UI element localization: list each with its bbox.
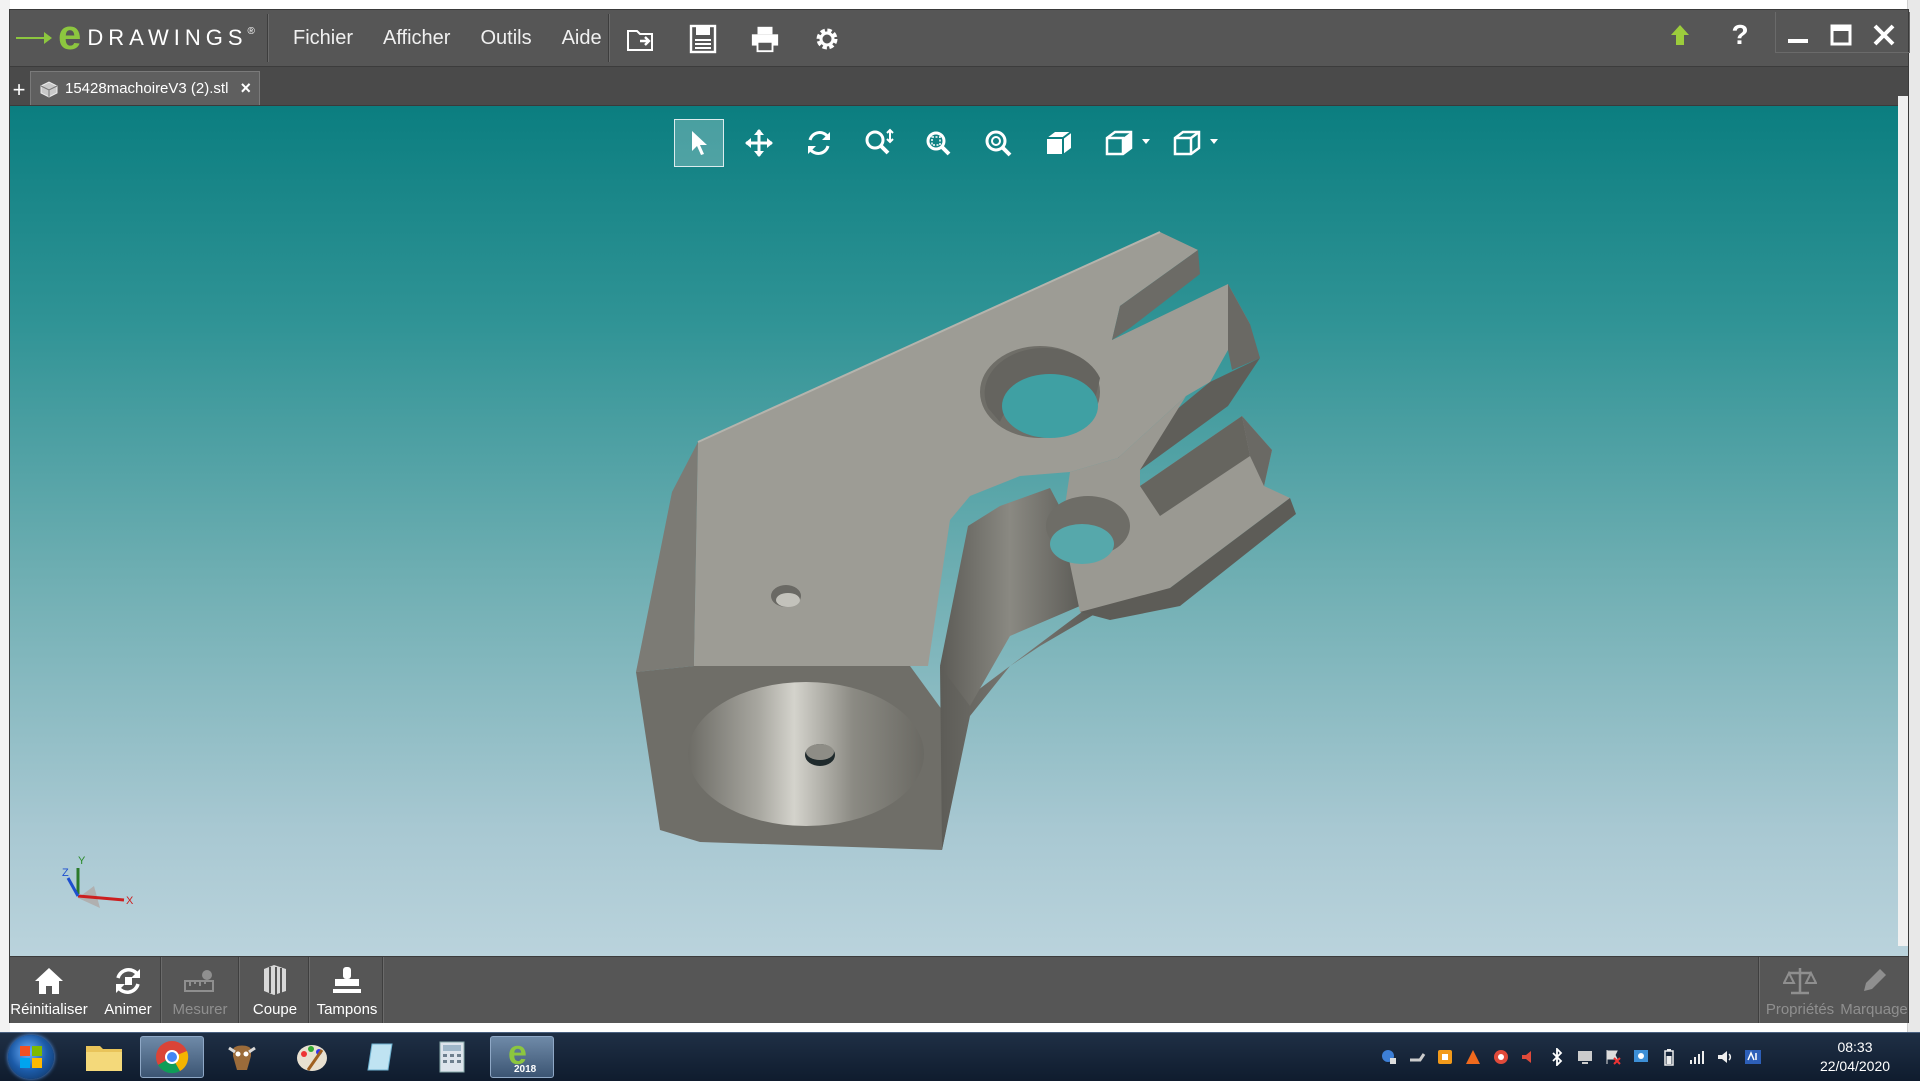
logo-arrow-icon <box>16 32 52 44</box>
open-icon[interactable] <box>626 24 656 54</box>
proprietes-button[interactable]: Propriétés <box>1762 957 1838 1023</box>
logo-word: DRAWINGS <box>87 25 248 50</box>
bottom-separator <box>238 957 240 1023</box>
balance-icon <box>1783 961 1817 997</box>
save-icon[interactable] <box>688 24 718 54</box>
orange-app-icon[interactable] <box>1436 1048 1454 1066</box>
title-separator <box>267 14 269 62</box>
usb-device-icon[interactable] <box>1408 1048 1426 1066</box>
speaker-red-icon[interactable] <box>1520 1048 1538 1066</box>
mesurer-label: Mesurer <box>172 1001 228 1018</box>
bottom-separator <box>308 957 310 1023</box>
menu-afficher[interactable]: Afficher <box>368 27 465 50</box>
measure-icon <box>183 961 217 997</box>
bottom-separator <box>160 957 162 1023</box>
avast-icon[interactable] <box>1464 1048 1482 1066</box>
3d-part-model[interactable] <box>10 106 1908 956</box>
action-center-flag-icon[interactable] <box>1604 1048 1622 1066</box>
system-tray <box>1380 1033 1762 1081</box>
reinitialiser-label: Réinitialiser <box>10 1001 88 1018</box>
maximize-icon[interactable] <box>1824 18 1858 52</box>
menu-outils[interactable]: Outils <box>465 27 546 50</box>
section-icon <box>260 961 290 997</box>
windows-taskbar: e 2018 08:33 22/04/2020 <box>0 1032 1920 1081</box>
animer-button[interactable]: Animer <box>94 957 162 1023</box>
document-tab[interactable]: 15428machoireV3 (2).stl × <box>30 71 260 105</box>
title-separator <box>608 14 610 62</box>
volume-icon[interactable] <box>1716 1048 1734 1066</box>
calculator-icon[interactable] <box>420 1036 484 1078</box>
logo-registered: ® <box>247 25 255 37</box>
new-tab-button[interactable]: + <box>10 79 28 101</box>
tampons-label: Tampons <box>316 1001 378 1018</box>
clock-time: 08:33 <box>1837 1039 1873 1055</box>
network-globe-icon[interactable] <box>1380 1048 1398 1066</box>
mesurer-button[interactable]: Mesurer <box>164 957 236 1023</box>
close-icon[interactable] <box>1867 18 1901 52</box>
document-tab-bar: + 15428machoireV3 (2).stl × <box>10 67 1908 106</box>
graphics-viewport[interactable]: Y X Z <box>10 106 1908 956</box>
gimp-icon[interactable] <box>210 1036 274 1078</box>
explorer-icon[interactable] <box>72 1036 136 1078</box>
animer-label: Animer <box>104 1001 152 1018</box>
proprietes-label: Propriétés <box>1765 1001 1835 1018</box>
settings-icon[interactable] <box>812 24 842 54</box>
axis-y-label: Y <box>78 855 86 867</box>
battery-icon[interactable] <box>1660 1048 1678 1066</box>
tampons-button[interactable]: Tampons <box>312 957 382 1023</box>
network-monitor-icon[interactable] <box>1632 1048 1650 1066</box>
windows-logo-icon <box>20 1046 42 1068</box>
marquage-label: Marquage <box>1840 1001 1908 1018</box>
clock-date: 22/04/2020 <box>1819 1058 1891 1074</box>
title-bar: e DRAWINGS ® Fichier Afficher Outils Aid… <box>10 10 1910 67</box>
desktop-edge-right <box>1907 0 1920 1032</box>
reinitialiser-button[interactable]: Réinitialiser <box>10 957 88 1023</box>
bluetooth-icon[interactable] <box>1548 1048 1566 1066</box>
language-icon[interactable] <box>1744 1048 1762 1066</box>
marquage-button[interactable]: Marquage <box>1840 957 1908 1023</box>
home-icon <box>33 961 65 997</box>
bottom-separator <box>382 957 384 1023</box>
chrome-icon[interactable] <box>140 1036 204 1078</box>
bottom-command-bar: Réinitialiser Animer Mesurer Coupe Tampo… <box>10 956 1908 1023</box>
edrawings-taskbar-icon[interactable]: e 2018 <box>490 1034 554 1078</box>
axis-triad: Y X Z <box>62 855 134 908</box>
menu-fichier[interactable]: Fichier <box>278 27 368 50</box>
paint-icon[interactable] <box>280 1036 344 1078</box>
bottom-separator <box>1758 957 1760 1023</box>
logo-e: e <box>58 11 82 58</box>
sync-icon[interactable] <box>1492 1048 1510 1066</box>
signal-icon[interactable] <box>1688 1048 1706 1066</box>
coupe-button[interactable]: Coupe <box>242 957 308 1023</box>
tab-label: 15428machoireV3 (2).stl <box>65 80 229 97</box>
desktop-edge-left <box>0 0 10 1032</box>
notes-icon[interactable] <box>350 1036 414 1078</box>
menu-bar: Fichier Afficher Outils Aide <box>278 10 617 66</box>
print-icon[interactable] <box>750 24 780 54</box>
part-file-icon <box>39 80 59 98</box>
help-icon[interactable]: ? <box>1723 18 1757 52</box>
start-button[interactable] <box>8 1035 54 1079</box>
animate-icon <box>111 961 145 997</box>
pencil-icon <box>1858 961 1890 997</box>
edrawings-version-badge: 2018 <box>514 1064 537 1075</box>
axis-x-label: X <box>126 895 134 907</box>
coupe-label: Coupe <box>252 1001 298 1018</box>
vertical-scrollbar[interactable] <box>1898 96 1908 946</box>
stamp-icon <box>330 961 364 997</box>
upload-icon[interactable] <box>1663 18 1697 52</box>
edrawings-logo: e DRAWINGS ® <box>16 11 255 60</box>
tab-close-icon[interactable]: × <box>240 78 251 99</box>
minimize-icon[interactable] <box>1781 18 1815 52</box>
edrawings-window: e DRAWINGS ® Fichier Afficher Outils Aid… <box>10 10 1910 1023</box>
display-icon[interactable] <box>1576 1048 1594 1066</box>
menu-aide[interactable]: Aide <box>547 27 617 50</box>
axis-z-label: Z <box>62 867 69 879</box>
taskbar-clock[interactable]: 08:33 22/04/2020 <box>1800 1038 1910 1076</box>
